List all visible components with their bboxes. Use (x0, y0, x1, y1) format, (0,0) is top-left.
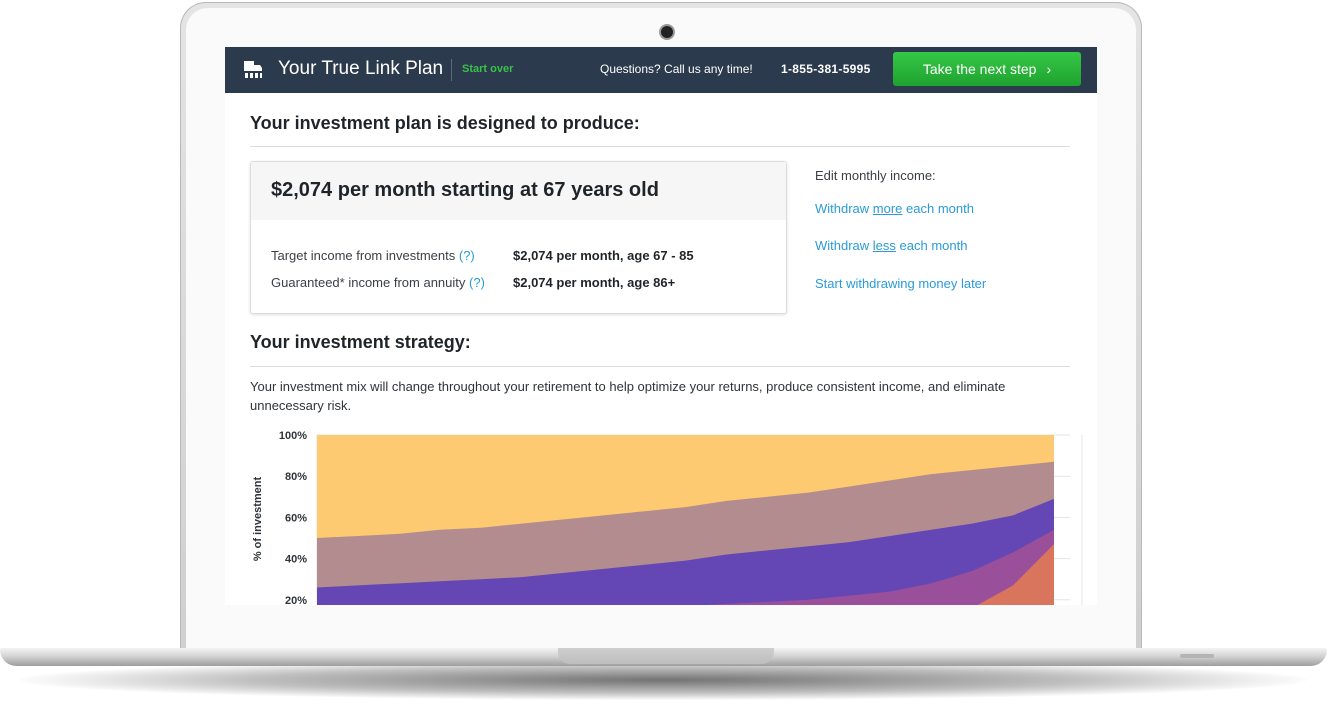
phone-number[interactable]: 1-855-381-5995 (781, 62, 871, 76)
edit-income-title: Edit monthly income: (815, 168, 936, 183)
strategy-divider (250, 366, 1070, 367)
y-tick-label: 100% (279, 430, 307, 442)
help-icon[interactable]: (?) (459, 248, 475, 263)
top-navigation-bar: Your True Link Plan Start over Questions… (225, 47, 1097, 93)
withdraw-more-suffix: each month (902, 201, 974, 216)
strategy-heading: Your investment strategy: (250, 332, 471, 352)
brand-title: Your True Link Plan (278, 58, 444, 79)
start-later-link[interactable]: Start withdrawing money later (815, 276, 986, 291)
y-tick-label: 80% (285, 471, 307, 483)
target-income-label: Target income from investments (?) (271, 248, 475, 263)
true-link-logo-icon (244, 61, 262, 78)
summary-header: $2,074 per month starting at 67 years ol… (251, 162, 786, 220)
questions-text: Questions? Call us any time! (600, 62, 753, 76)
target-income-label-text: Target income from investments (271, 248, 456, 263)
laptop-slot (1180, 654, 1214, 658)
guaranteed-income-value: $2,074 per month, age 86+ (513, 275, 676, 290)
app-screen: Your True Link Plan Start over Questions… (225, 47, 1097, 605)
start-over-link[interactable]: Start over (462, 63, 513, 75)
header-divider (451, 59, 452, 81)
guaranteed-income-label-text: Guaranteed* income from annuity (271, 275, 466, 290)
target-income-value: $2,074 per month, age 67 - 85 (513, 248, 694, 263)
laptop-notch (558, 648, 774, 664)
investment-mix-chart: 100% 80% 60% 40% 20% % of investment (252, 430, 1083, 605)
chevron-right-icon: › (1046, 61, 1052, 77)
withdraw-less-word: less (872, 238, 896, 253)
withdraw-less-link[interactable]: Withdraw less each month (815, 238, 967, 253)
withdraw-less-prefix: Withdraw (815, 238, 873, 253)
summary-title: $2,074 per month starting at 67 years ol… (271, 179, 659, 201)
chart-areas (317, 435, 1054, 605)
withdraw-more-prefix: Withdraw (815, 201, 873, 216)
income-summary-card: $2,074 per month starting at 67 years ol… (250, 161, 787, 314)
help-icon[interactable]: (?) (469, 275, 485, 290)
laptop-shadow (20, 660, 1307, 700)
strategy-description: Your investment mix will change througho… (250, 379, 1006, 413)
cta-label: Take the next step (922, 61, 1037, 77)
take-next-step-button[interactable]: Take the next step › (893, 52, 1081, 86)
guaranteed-income-label: Guaranteed* income from annuity (?) (271, 275, 485, 290)
withdraw-more-link[interactable]: Withdraw more each month (815, 201, 974, 216)
y-axis-ticks: 100% 80% 60% 40% 20% (279, 430, 307, 605)
y-tick-label: 20% (285, 595, 307, 605)
camera-icon (661, 26, 673, 38)
y-tick-label: 40% (285, 554, 307, 566)
withdraw-more-word: more (872, 201, 903, 216)
y-axis-label: % of investment (252, 476, 264, 561)
plan-divider (250, 146, 1070, 147)
withdraw-less-suffix: each month (895, 238, 968, 253)
y-tick-label: 60% (285, 512, 307, 524)
plan-heading: Your investment plan is designed to prod… (250, 113, 640, 133)
